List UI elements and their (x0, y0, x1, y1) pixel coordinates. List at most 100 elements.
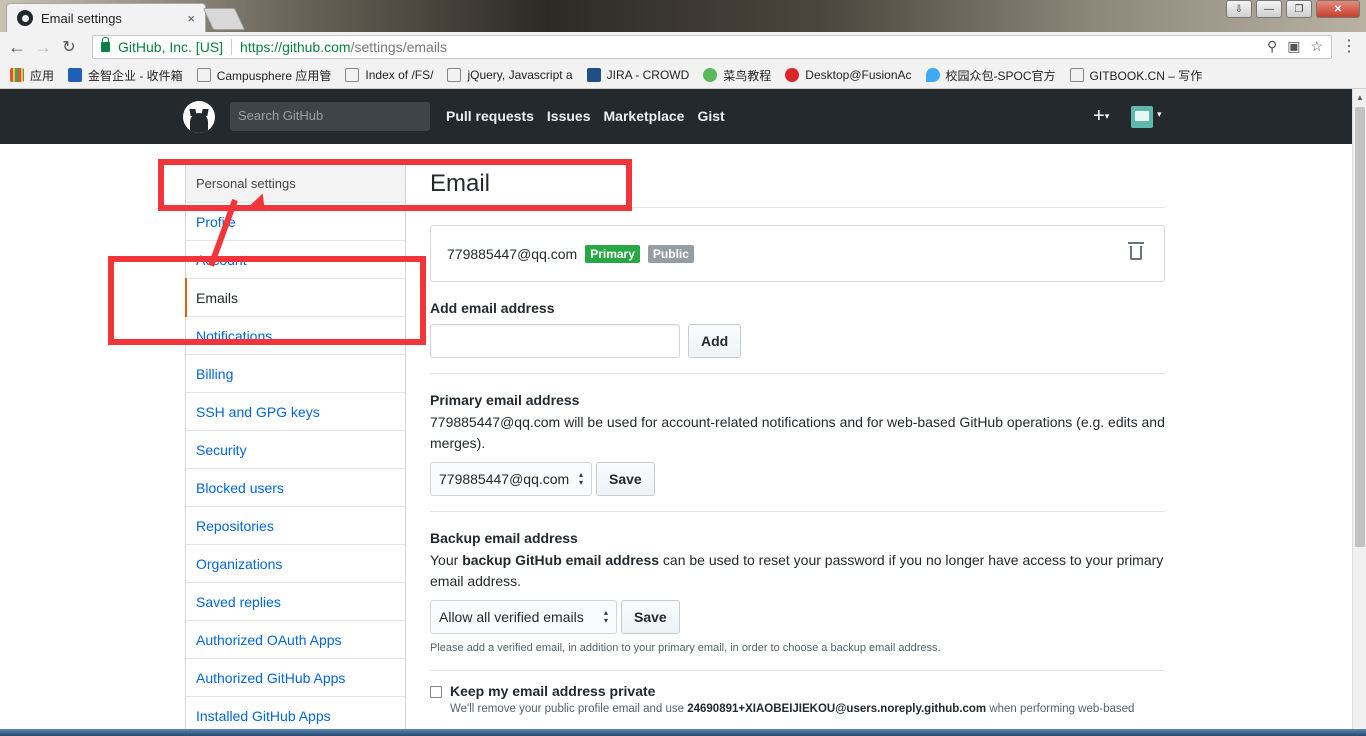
minimize-button[interactable]: — (1256, 0, 1282, 18)
close-window-button[interactable]: ✕ (1316, 0, 1360, 18)
bookmark-jquery[interactable]: jQuery, Javascript a (447, 68, 573, 82)
email-address: 779885447@qq.com (447, 245, 578, 262)
sidebar-item-saved-replies[interactable]: Saved replies (186, 583, 405, 621)
trash-icon[interactable] (1128, 242, 1144, 260)
mail-icon (68, 68, 83, 82)
add-email-label: Add email address (430, 300, 555, 316)
omnibox-separator (231, 39, 233, 55)
add-email-input[interactable] (430, 324, 680, 358)
annotation-box-emails (108, 256, 426, 345)
sidebar-item-organizations[interactable]: Organizations (186, 545, 405, 583)
scroll-thumb[interactable] (1355, 107, 1365, 547)
primary-badge: Primary (585, 244, 640, 263)
keep-private-description: We'll remove your public profile email a… (450, 703, 1135, 715)
bookmark-jinzhi[interactable]: 金智企业 - 收件箱 (68, 67, 183, 84)
bookmark-star-icon[interactable]: ☆ (1310, 38, 1323, 55)
bookmark-fusion[interactable]: Desktop@FusionAc (785, 68, 912, 82)
primary-email-description: 779885447@qq.com will be used for accoun… (430, 414, 1165, 451)
primary-email-select[interactable]: 779885447@qq.com (430, 462, 592, 496)
window-extra-button[interactable]: ⇩ (1226, 0, 1252, 18)
primary-save-button[interactable]: Save (596, 462, 655, 496)
tab-close-icon[interactable]: × (187, 11, 195, 26)
browser-toolbar: ← → ↻ GitHub, Inc. [US] https://github.c… (0, 32, 1366, 62)
email-settings-main: Email 779885447@qq.com Primary Public Ad… (430, 164, 1165, 715)
os-taskbar (0, 729, 1366, 736)
restore-button[interactable]: ❐ (1286, 0, 1312, 18)
sidebar-item-repositories[interactable]: Repositories (186, 507, 405, 545)
keep-private-checkbox[interactable] (430, 686, 442, 699)
bookmark-campusphere[interactable]: Campusphere 应用管 (196, 67, 331, 84)
page-icon (1069, 68, 1084, 82)
sidebar-item-blocked-users[interactable]: Blocked users (186, 469, 405, 507)
new-tab-button[interactable] (202, 8, 246, 30)
github-favicon-icon (17, 10, 33, 26)
nav-gist[interactable]: Gist (697, 108, 724, 124)
lock-icon (101, 37, 110, 52)
backup-email-label: Backup email address (430, 530, 578, 546)
header-nav: Pull requests Issues Marketplace Gist (446, 108, 725, 124)
browser-tab[interactable]: Email settings × (6, 3, 206, 32)
keep-private-row: Keep my email address private (430, 683, 1165, 699)
page-scrollbar[interactable]: ▲ (1352, 89, 1366, 729)
runoob-icon (703, 68, 718, 82)
page-icon (196, 68, 211, 82)
divider (430, 511, 1165, 512)
address-bar[interactable]: GitHub, Inc. [US] https://github.com/set… (92, 35, 1332, 59)
url-path: /settings/emails (350, 39, 448, 55)
bookmark-jira[interactable]: JIRA - CROWD (586, 68, 689, 82)
add-email-button[interactable]: Add (688, 324, 742, 358)
search-input[interactable]: Search GitHub (230, 102, 430, 131)
huawei-icon (785, 68, 800, 82)
keep-private-label: Keep my email address private (450, 683, 656, 699)
sidebar-item-oauth-apps[interactable]: Authorized OAuth Apps (186, 621, 405, 659)
annotation-box-title (158, 159, 632, 211)
primary-email-row: 779885447@qq.com Save (430, 462, 1165, 496)
divider (430, 670, 1165, 671)
chrome-menu-icon[interactable]: ⋮ (1336, 36, 1362, 56)
back-arrow-icon[interactable]: ← (4, 37, 30, 58)
public-badge: Public (647, 244, 694, 263)
translate-icon[interactable]: ▣ (1287, 38, 1300, 55)
tab-title: Email settings (41, 10, 122, 26)
email-list-item: 779885447@qq.com Primary Public (430, 225, 1165, 282)
sidebar-item-github-apps[interactable]: Authorized GitHub Apps (186, 659, 405, 697)
backup-email-description: Your backup GitHub email address can be … (430, 552, 1164, 589)
page-icon (447, 68, 462, 82)
github-octocat-logo-icon[interactable] (183, 101, 215, 133)
spoc-icon (925, 68, 940, 82)
bookmark-gitbook[interactable]: GITBOOK.CN – 写作 (1069, 67, 1202, 84)
jira-icon (586, 68, 601, 82)
backup-email-row: Allow all verified emails Save (430, 600, 1165, 634)
divider (430, 373, 1165, 374)
sidebar-item-ssh-gpg-keys[interactable]: SSH and GPG keys (186, 393, 405, 431)
sidebar-item-security[interactable]: Security (186, 431, 405, 469)
bookmark-runoob[interactable]: 菜鸟教程 (703, 67, 771, 84)
window-controls: ⇩ — ❐ ✕ (1226, 0, 1360, 18)
sidebar-item-billing[interactable]: Billing (186, 355, 405, 393)
primary-email-label: Primary email address (430, 392, 580, 408)
ev-certificate-name[interactable]: GitHub, Inc. [US] (118, 39, 223, 55)
backup-save-button[interactable]: Save (621, 600, 680, 634)
scroll-up-arrow-icon[interactable]: ▲ (1356, 93, 1364, 102)
backup-email-select[interactable]: Allow all verified emails (430, 600, 617, 634)
omnibox-icons: ⚲ ▣ ☆ (1267, 38, 1323, 55)
browser-tabstrip: Email settings × ⇩ — ❐ ✕ (0, 0, 1366, 32)
nav-pull-requests[interactable]: Pull requests (446, 108, 534, 124)
nav-marketplace[interactable]: Marketplace (604, 108, 685, 124)
bookmarks-bar: 应用 金智企业 - 收件箱 Campusphere 应用管 Index of /… (0, 62, 1366, 89)
nav-issues[interactable]: Issues (547, 108, 591, 124)
bookmark-spoc[interactable]: 校园众包-SPOC官方 (925, 67, 1056, 84)
page-icon (345, 68, 360, 82)
avatar-caret-icon[interactable]: ▾ (1157, 109, 1162, 120)
key-icon[interactable]: ⚲ (1267, 38, 1277, 55)
forward-arrow-icon[interactable]: → (30, 37, 56, 58)
url-host: https://github.com (240, 39, 351, 55)
bookmark-apps[interactable]: 应用 (10, 67, 54, 84)
avatar[interactable] (1131, 106, 1153, 128)
create-new-plus-icon[interactable]: +▾ (1093, 105, 1109, 128)
backup-email-note: Please add a verified email, in addition… (430, 642, 941, 654)
github-header: Search GitHub Pull requests Issues Marke… (0, 89, 1352, 144)
bookmark-index-fs[interactable]: Index of /FS/ (345, 68, 433, 82)
reload-icon[interactable]: ↻ (56, 37, 82, 57)
add-email-row: Add (430, 324, 1165, 358)
